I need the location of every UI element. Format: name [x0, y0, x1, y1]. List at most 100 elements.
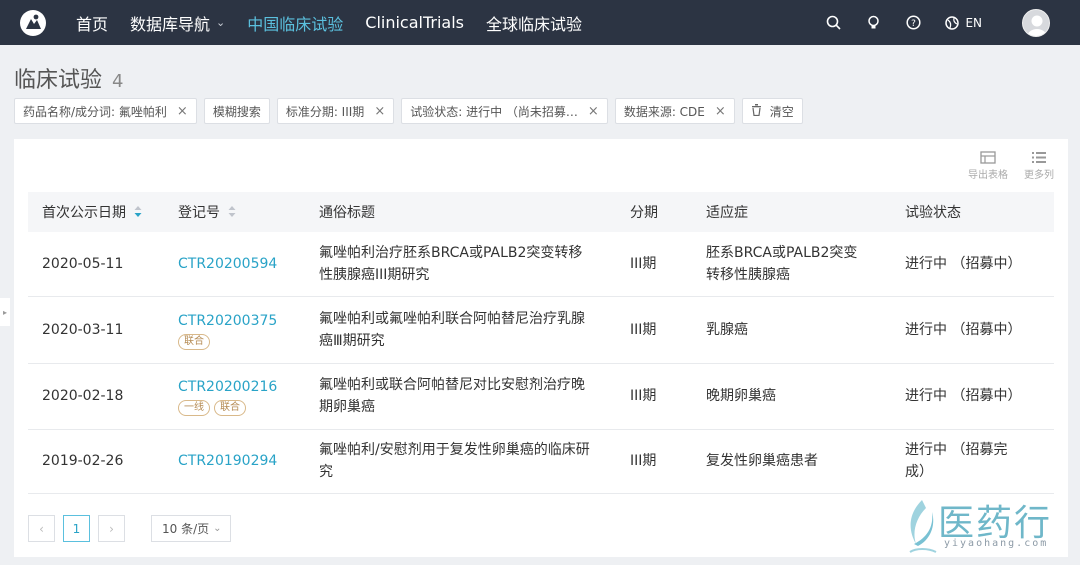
site-logo[interactable] [20, 9, 46, 36]
cell-status: 进行中 （招募中） [891, 296, 1054, 364]
cell-status: 进行中 （招募中） [891, 363, 1054, 430]
chevron-down-icon: ⌄ [216, 16, 226, 29]
status-line: 进行中 （招募完 [905, 442, 1008, 458]
trash-icon [751, 103, 762, 119]
next-page-button[interactable]: › [98, 515, 125, 542]
title-line: 期卵巢癌 [319, 399, 375, 415]
indication-line: 晚期卵巢癌 [706, 388, 776, 404]
page-button-current[interactable]: 1 [63, 515, 90, 542]
col-header-phase: 分期 [616, 192, 692, 232]
search-icon[interactable] [825, 15, 841, 31]
pagination: ‹ 1 › 10 条/页 ⌄ [28, 515, 231, 542]
lightbulb-icon[interactable] [865, 15, 881, 31]
language-label: EN [965, 15, 982, 30]
nav-china-trials[interactable]: 中国临床试验 [247, 11, 343, 35]
export-label: 导出表格 [968, 170, 1008, 181]
table-header-row: 首次公示日期 登记号 通俗标题 分期 适应症 试验状态 [28, 192, 1054, 232]
col-header-label: 首次公示日期 [42, 205, 126, 221]
nav-home-label: 首页 [76, 14, 109, 34]
help-icon[interactable]: ? [905, 15, 921, 31]
status-line: 进行中 （招募中） [905, 255, 1022, 272]
close-icon[interactable]: × [715, 104, 726, 119]
sidebar-expand-handle[interactable]: ▸ [0, 298, 10, 326]
indication-line: 乳腺癌 [706, 321, 748, 338]
col-header-indication: 适应症 [692, 192, 891, 232]
cell-indication: 晚期卵巢癌 [692, 363, 891, 430]
nav-clinicaltrials[interactable]: ClinicalTrials [365, 13, 464, 32]
prev-page-button[interactable]: ‹ [28, 515, 55, 542]
filter-chip-drug[interactable]: 药品名称/成分词: 氟唑帕利 × [14, 98, 197, 124]
page-size-select[interactable]: 10 条/页 ⌄ [151, 515, 231, 542]
title-line: 究 [319, 464, 333, 480]
trial-id-link[interactable]: CTR20190294 [178, 453, 277, 469]
close-icon[interactable]: × [588, 104, 599, 119]
filter-chip-status[interactable]: 试验状态: 进行中 （尚未招募… × [401, 98, 608, 124]
table-row: 2019-02-26 CTR20190294 氟唑帕利/安慰剂用于复发性卵巢癌的… [28, 429, 1054, 494]
cell-status: 进行中 （招募中） [891, 232, 1054, 297]
nav-clinicaltrials-label: ClinicalTrials [365, 13, 464, 32]
close-icon[interactable]: × [374, 104, 385, 119]
trial-id-link[interactable]: CTR20200216 [178, 376, 305, 398]
nav-database[interactable]: 数据库导航 ⌄ [130, 11, 225, 35]
sort-icon[interactable] [228, 205, 236, 221]
table-row: 2020-02-18 CTR20200216 一线 联合 氟唑帕利或联合阿帕替尼对比… [28, 363, 1054, 430]
cell-title: 氟唑帕利治疗胚系BRCA或PALB2突变转移 性胰腺癌III期研究 [305, 232, 616, 297]
export-table-button[interactable]: 导出表格 [968, 151, 1008, 181]
cell-indication: 复发性卵巢癌患者 [692, 429, 891, 494]
title-line: 氟唑帕利治疗胚系BRCA或PALB2突变转移 [319, 244, 583, 261]
close-icon[interactable]: × [177, 104, 188, 119]
col-header-status: 试验状态 [891, 192, 1054, 232]
avatar[interactable] [1022, 8, 1050, 37]
indication-line: 转移性胰腺癌 [706, 266, 790, 283]
cell-title: 氟唑帕利或联合阿帕替尼对比安慰剂治疗晚 期卵巢癌 [305, 363, 616, 430]
page-title-text: 临床试验 [14, 68, 103, 93]
cell-phase: III期 [616, 363, 692, 430]
nav-home[interactable]: 首页 [76, 11, 108, 35]
table-row: 2020-05-11 CTR20200594 氟唑帕利治疗胚系BRCA或PALB… [28, 232, 1054, 297]
cell-title: 氟唑帕利或氟唑帕利联合阿帕替尼治疗乳腺 癌Ⅲ期研究 [305, 296, 616, 364]
clear-filters-button[interactable]: 清空 [741, 98, 803, 124]
trials-table: 首次公示日期 登记号 通俗标题 分期 适应症 试验状态 2020-05-11 C… [28, 192, 1054, 494]
cell-phase: III期 [616, 296, 692, 364]
watermark-url: yiyaohang.com [944, 538, 1049, 549]
trial-id-link[interactable]: CTR20200594 [178, 256, 277, 272]
page-size-label: 10 条/页 [162, 522, 210, 536]
title-line: 氟唑帕利或氟唑帕利联合阿帕替尼治疗乳腺 [319, 310, 585, 327]
title-line: 癌Ⅲ期研究 [319, 332, 385, 349]
page-title: 临床试验 4 [14, 62, 123, 94]
cell-status: 进行中 （招募完 成） [891, 429, 1054, 494]
nav-global-trials[interactable]: 全球临床试验 [486, 11, 582, 35]
leaf-logo-icon [909, 500, 937, 553]
tag-badge: 联合 [214, 400, 246, 416]
filter-chip-label: 标准分期: III期 [285, 104, 365, 119]
filter-chip-label: 模糊搜索 [212, 104, 261, 119]
nav-global-trials-label: 全球临床试验 [486, 14, 583, 34]
col-header-label: 分期 [630, 205, 658, 221]
filter-chip-fuzzy[interactable]: 模糊搜索 [203, 98, 270, 124]
title-line: 性胰腺癌III期研究 [319, 266, 430, 283]
top-nav-bar: 首页 数据库导航 ⌄ 中国临床试验 ClinicalTrials 全球临床试验 ?… [0, 0, 1080, 45]
col-header-date[interactable]: 首次公示日期 [28, 192, 164, 232]
status-line: 进行中 （招募中） [905, 388, 1022, 404]
title-line: 氟唑帕利或联合阿帕替尼对比安慰剂治疗晚 [319, 377, 585, 393]
col-header-label: 试验状态 [905, 205, 961, 221]
filter-chip-source[interactable]: 数据来源: CDE × [614, 98, 735, 124]
filter-chip-phase[interactable]: 标准分期: III期 × [276, 98, 395, 124]
col-header-label: 登记号 [178, 205, 220, 221]
language-switch[interactable]: EN [945, 16, 982, 30]
sort-icon[interactable] [134, 205, 142, 221]
more-columns-button[interactable]: 更多列 [1024, 151, 1054, 181]
cell-reg-id: CTR20200216 一线 联合 [164, 363, 305, 430]
trial-id-link[interactable]: CTR20200375 [178, 310, 305, 332]
tag-badge: 联合 [178, 333, 210, 350]
chevron-down-icon: ⌄ [213, 523, 222, 534]
cell-indication: 胚系BRCA或PALB2突变 转移性胰腺癌 [692, 232, 891, 297]
cell-title: 氟唑帕利/安慰剂用于复发性卵巢癌的临床研究 [305, 429, 616, 494]
col-header-reg-id[interactable]: 登记号 [164, 192, 305, 232]
table-tools: 导出表格 更多列 [952, 151, 1054, 181]
cell-reg-id: CTR20200594 [164, 232, 305, 297]
col-header-title: 通俗标题 [305, 192, 616, 232]
table-row: 2020-03-11 CTR20200375 联合 氟唑帕利或氟唑帕利联合阿帕替尼… [28, 296, 1054, 364]
cell-reg-id: CTR20200375 联合 [164, 296, 305, 364]
cell-indication: 乳腺癌 [692, 296, 891, 364]
